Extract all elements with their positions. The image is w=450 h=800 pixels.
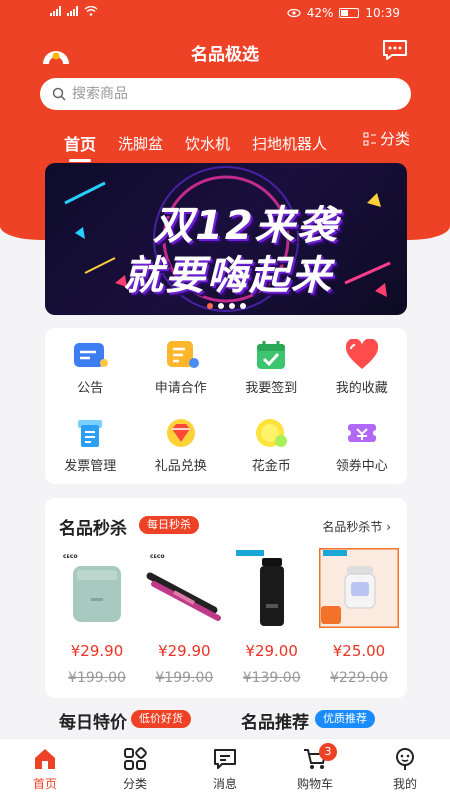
battery-icon (339, 8, 360, 18)
category-tabs: 首页 洗脚盆 饮水机 扫地机器人 分类 (40, 128, 410, 162)
product-card[interactable]: ᴄᴇᴄᴏ ¥29.90 ¥199.00 (57, 548, 137, 686)
product-price: ¥29.00 (245, 642, 298, 660)
flash-sale-tag: 每日秒杀 (139, 516, 199, 534)
banner-dot[interactable] (228, 303, 235, 309)
category-grid-icon (124, 747, 147, 770)
banner-pagination (45, 303, 407, 309)
announcement-icon (74, 342, 109, 367)
nav-cart[interactable]: 3 购物车 (270, 739, 360, 800)
flash-sale-more-link[interactable]: 名品秒杀节 › (322, 518, 391, 535)
all-categories-label: 分类 (379, 130, 410, 148)
invoice-icon (78, 419, 103, 447)
message-icon[interactable] (382, 38, 408, 62)
cart-badge: 3 (319, 743, 337, 761)
banner-dot[interactable] (239, 303, 246, 309)
favorite-heart-icon (345, 338, 378, 369)
status-bar: 42% 10:39 (0, 0, 450, 28)
nav-label: 首页 (32, 777, 57, 791)
product-price: ¥25.00 (332, 642, 386, 660)
nav-category[interactable]: 分类 (90, 739, 180, 800)
product-list: ᴄᴇᴄᴏ ¥29.90 ¥199.00 ᴄᴇᴄᴏ ¥29.90 ¥199.00 (57, 548, 399, 686)
menu-gift-exchange[interactable]: 礼品兑换 (136, 406, 227, 484)
tab-home[interactable]: 首页 (64, 131, 96, 162)
menu-coins[interactable]: 花金币 (226, 406, 317, 484)
signal-icon (50, 6, 61, 16)
menu-label: 领券中心 (335, 458, 388, 474)
menu-announcement[interactable]: 公告 (45, 328, 136, 406)
product-image-air-purifier: ᴄᴇᴄᴏ (57, 548, 137, 628)
coin-icon (256, 418, 288, 447)
svg-text:ᴄᴇᴄᴏ: ᴄᴇᴄᴏ (150, 553, 165, 560)
flash-sale-title: 名品秒杀 (59, 519, 127, 539)
cooperation-icon (166, 340, 199, 368)
more-label: 名品秒杀节 (322, 520, 383, 534)
gift-diamond-icon (166, 418, 195, 447)
nav-label: 分类 (122, 777, 147, 791)
recommend-tag: 优质推荐 (315, 710, 375, 728)
tab-water-dispenser[interactable]: 饮水机 (185, 133, 230, 154)
home-icon (35, 749, 55, 769)
menu-invoice[interactable]: 发票管理 (45, 406, 136, 484)
nav-label: 购物车 (296, 777, 333, 791)
menu-favorites[interactable]: 我的收藏 (317, 328, 408, 406)
quick-menu: 公告 申请合作 我要签到 我的收藏 发票管理 礼品兑换 花金币 领券中心 (45, 328, 407, 484)
daily-special-title[interactable]: 每日特价 (59, 708, 127, 733)
menu-label: 申请合作 (154, 380, 207, 396)
all-categories-button[interactable]: 分类 (356, 128, 410, 149)
product-image-hair-straightener: ᴄᴇᴄᴏ (144, 548, 225, 628)
search-icon (52, 87, 66, 101)
product-original-price: ¥199.00 (68, 670, 126, 686)
menu-checkin[interactable]: 我要签到 (226, 328, 317, 406)
product-image-mosquito-lamp (318, 548, 399, 628)
flash-sale-section: 名品秒杀 每日秒杀 名品秒杀节 › ᴄᴇᴄᴏ ¥29.90 ¥199.00 ᴄᴇ… (45, 498, 407, 698)
message-icon (214, 749, 236, 769)
menu-cooperation[interactable]: 申请合作 (136, 328, 227, 406)
battery-percent: 42% (306, 6, 334, 20)
bottom-nav: 首页 分类 消息 3 购物车 我的 (0, 738, 450, 800)
search-bar[interactable] (40, 78, 411, 110)
special-sections: 每日特价 低价好货 名品推荐 优质推荐 (45, 704, 407, 740)
app-header: 名品极选 (0, 32, 450, 72)
svg-text:ᴄᴇᴄᴏ: ᴄᴇᴄᴏ (63, 553, 78, 560)
product-original-price: ¥139.00 (242, 670, 301, 686)
nav-home[interactable]: 首页 (0, 739, 90, 800)
recommend-title[interactable]: 名品推荐 (241, 708, 309, 733)
menu-label: 我要签到 (245, 380, 298, 396)
nav-messages[interactable]: 消息 (180, 739, 270, 800)
nav-profile[interactable]: 我的 (360, 739, 450, 800)
wifi-icon (84, 6, 98, 16)
tab-foot-basin[interactable]: 洗脚盆 (118, 133, 163, 154)
product-card[interactable]: ¥25.00 ¥229.00 (318, 548, 399, 686)
signal-icon (67, 6, 78, 16)
menu-label: 花金币 (251, 458, 291, 474)
product-card[interactable]: ᴄᴇᴄᴏ ¥29.90 ¥199.00 (144, 548, 225, 686)
banner-dot[interactable] (206, 303, 213, 309)
nav-label: 我的 (392, 777, 417, 791)
search-input[interactable] (72, 86, 372, 102)
menu-label: 我的收藏 (335, 380, 388, 396)
clock: 10:39 (365, 6, 400, 20)
promo-banner[interactable]: 双12来袭 就要嗨起来 (45, 163, 407, 315)
coupon-icon (344, 423, 379, 442)
product-image-thermos-bottle (231, 548, 312, 628)
product-price: ¥29.90 (70, 642, 124, 660)
product-original-price: ¥229.00 (330, 670, 388, 686)
menu-label: 礼品兑换 (154, 458, 207, 474)
nav-label: 消息 (212, 777, 237, 791)
product-card[interactable]: ¥29.00 ¥139.00 (231, 548, 312, 686)
product-price: ¥29.90 (158, 642, 211, 660)
category-list-icon (363, 132, 376, 145)
menu-label: 发票管理 (64, 458, 117, 474)
daily-special-tag: 低价好货 (131, 710, 191, 728)
menu-label: 公告 (77, 380, 104, 396)
banner-subheadline: 就要嗨起来 (123, 253, 333, 299)
profile-icon (396, 748, 414, 770)
banner-dot[interactable] (217, 303, 224, 309)
product-original-price: ¥199.00 (155, 670, 214, 686)
checkin-calendar-icon (257, 340, 286, 369)
tab-robot-vacuum[interactable]: 扫地机器人 (252, 133, 327, 154)
eye-icon (287, 8, 301, 18)
menu-coupon-center[interactable]: 领券中心 (317, 406, 408, 484)
